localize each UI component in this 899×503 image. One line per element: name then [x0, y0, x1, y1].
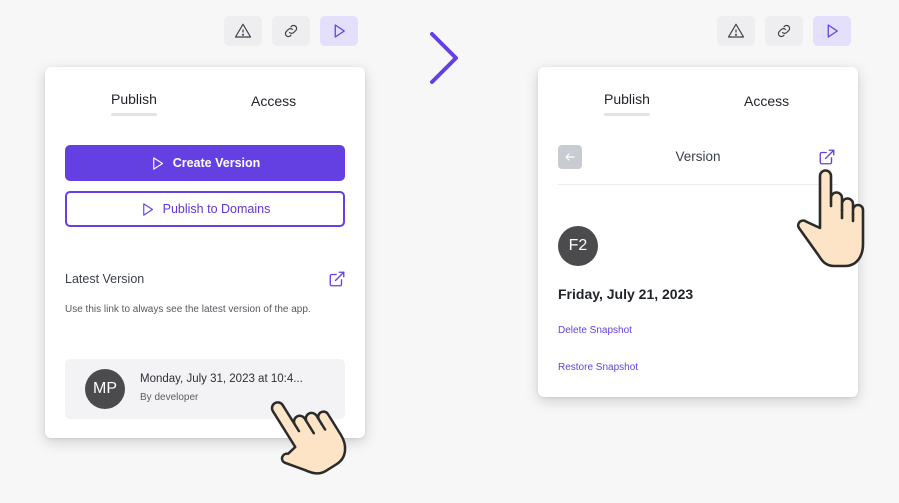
link-icon	[284, 24, 298, 38]
link-button[interactable]	[765, 16, 803, 46]
preview-button[interactable]	[320, 16, 358, 46]
publish-panel: Publish Access Create Version Publish to…	[45, 67, 365, 438]
warning-icon	[234, 23, 252, 38]
avatar: MP	[85, 369, 125, 409]
right-toolbar	[717, 16, 851, 46]
left-toolbar	[224, 16, 358, 46]
preview-button[interactable]	[813, 16, 851, 46]
pointer-hand-icon	[796, 169, 865, 268]
version-header-title: Version	[675, 149, 721, 164]
panel-tabs: Publish Access	[538, 91, 858, 121]
warning-button[interactable]	[717, 16, 755, 46]
chevron-right-icon	[430, 32, 458, 84]
tab-access[interactable]: Access	[251, 93, 296, 109]
version-author: By developer	[140, 392, 199, 403]
tab-publish[interactable]: Publish	[111, 91, 157, 116]
warning-button[interactable]	[224, 16, 262, 46]
play-icon	[334, 24, 345, 38]
link-button[interactable]	[272, 16, 310, 46]
publish-to-domains-label: Publish to Domains	[162, 202, 271, 216]
create-version-button[interactable]: Create Version	[65, 145, 345, 181]
avatar: F2	[558, 226, 598, 266]
publish-to-domains-button[interactable]: Publish to Domains	[65, 191, 345, 227]
panel-tabs: Publish Access	[45, 91, 365, 121]
warning-icon	[727, 23, 745, 38]
link-icon	[777, 24, 791, 38]
latest-version-help: Use this link to always see the latest v…	[65, 304, 311, 315]
external-link-icon[interactable]	[328, 270, 346, 288]
tab-publish[interactable]: Publish	[604, 91, 650, 116]
play-icon	[142, 202, 153, 216]
play-icon	[827, 24, 838, 38]
restore-snapshot-link[interactable]: Restore Snapshot	[558, 362, 638, 373]
pointer-hand-icon	[270, 401, 347, 475]
version-date: Friday, July 21, 2023	[558, 286, 694, 302]
play-icon	[152, 156, 163, 170]
latest-version-title: Latest Version	[65, 272, 145, 286]
external-link-icon[interactable]	[818, 148, 836, 166]
version-title: Monday, July 31, 2023 at 10:4...	[140, 373, 303, 385]
create-version-label: Create Version	[172, 156, 261, 170]
tab-access[interactable]: Access	[744, 93, 789, 109]
delete-snapshot-link[interactable]: Delete Snapshot	[558, 325, 632, 336]
